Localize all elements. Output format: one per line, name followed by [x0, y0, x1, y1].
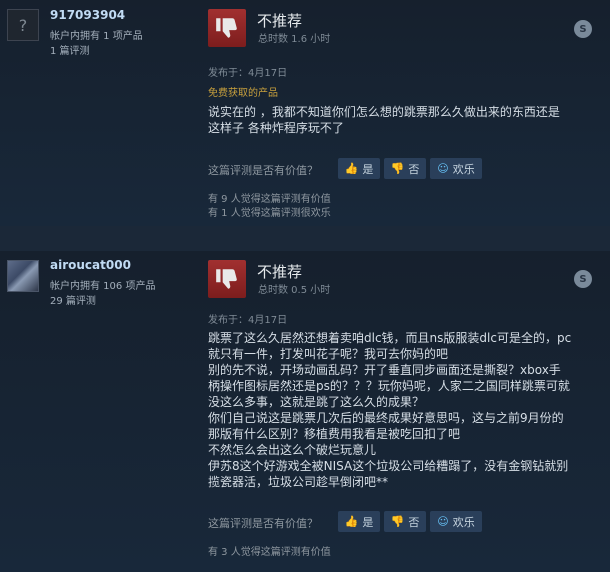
thumbs-down-icon[interactable]: [208, 9, 246, 47]
posted-date: 发布于：4月17日: [208, 68, 288, 79]
username[interactable]: airoucat000: [50, 258, 131, 272]
avatar[interactable]: ?: [7, 9, 39, 41]
thumbs-up-icon: 👍: [344, 515, 359, 528]
smiley-icon: ☺: [437, 162, 449, 175]
vote-yes-button[interactable]: 👍 是: [338, 511, 380, 532]
funny-count: 有 1 人觉得这篇评测很欢乐: [208, 208, 331, 219]
thumbs-down-icon: 👎: [390, 515, 405, 528]
review-line: 跳票了这么久居然还想着卖咱dlc钱，而且ns版服装dlc可是全的，pc: [208, 331, 572, 345]
review-line: 不然怎么会出这么个破烂玩意儿: [208, 443, 377, 457]
vote-yes-button[interactable]: 👍 是: [338, 158, 380, 179]
owned-products-count[interactable]: 帐户内拥有 1 项产品: [50, 27, 143, 42]
username[interactable]: 917093904: [50, 8, 125, 22]
review-count[interactable]: 1 篇评测: [50, 42, 90, 57]
review-verdict[interactable]: 不推荐: [257, 10, 302, 31]
review-line: 这样子 各种炸程序玩不了: [208, 121, 344, 135]
helpful-count: 有 9 人觉得这篇评测有价值: [208, 194, 331, 205]
review-line: 柄操作图标居然还是ps的？？？玩你妈呢，人家二之国同样跳票可就: [208, 379, 570, 393]
review-card: ? 917093904 帐户内拥有 1 项产品 1 篇评测 不推荐 总时数 1.…: [0, 0, 610, 226]
playtime-hours: 总时数 1.6 小时: [258, 34, 331, 45]
review-line: 揽瓷器活，垃圾公司趁早倒闭吧**: [208, 475, 389, 489]
steam-icon: S: [574, 20, 592, 38]
thumbs-down-icon[interactable]: [208, 260, 246, 298]
owned-products-count[interactable]: 帐户内拥有 106 项产品: [50, 277, 155, 292]
review-verdict[interactable]: 不推荐: [257, 261, 302, 282]
thumbs-down-icon: 👎: [390, 162, 405, 175]
review-line: 伊苏8这个好游戏全被NISA这个垃圾公司给糟蹋了，没有金钢钻就别: [208, 459, 569, 473]
vote-funny-button[interactable]: ☺ 欢乐: [430, 158, 482, 179]
playtime-hours: 总时数 0.5 小时: [258, 285, 331, 296]
steam-icon: S: [574, 270, 592, 288]
smiley-icon: ☺: [437, 515, 449, 528]
helpful-question: 这篇评测是否有价值？: [208, 517, 318, 530]
review-body: 说实在的 ，我都不知道你们怎么想的跳票那么久做出来的东西还是 这样子 各种炸程序…: [208, 104, 592, 136]
review-count[interactable]: 29 篇评测: [50, 292, 96, 307]
review-line: 你们自己说这是跳票几次后的最终成果好意思吗，这与之前9月份的: [208, 411, 564, 425]
thumbs-up-icon: 👍: [344, 162, 359, 175]
vote-no-button[interactable]: 👎 否: [384, 158, 426, 179]
vote-funny-button[interactable]: ☺ 欢乐: [430, 511, 482, 532]
review-separator: [0, 226, 610, 251]
review-line: 没这么多事，这就是跳了这么久的成果？: [208, 395, 425, 409]
vote-no-button[interactable]: 👎 否: [384, 511, 426, 532]
free-product-badge: 免费获取的产品: [208, 88, 278, 99]
review-body: 跳票了这么久居然还想着卖咱dlc钱，而且ns版服装dlc可是全的，pc 就只有一…: [208, 330, 592, 490]
review-card: airoucat000 帐户内拥有 106 项产品 29 篇评测 不推荐 总时数…: [0, 251, 610, 572]
helpful-count: 有 3 人觉得这篇评测有价值: [208, 547, 331, 558]
review-line: 别的先不说，开场动画乱码？开了垂直同步画面还是撕裂？xbox手: [208, 363, 561, 377]
helpful-question: 这篇评测是否有价值？: [208, 164, 318, 177]
posted-date: 发布于：4月17日: [208, 315, 288, 326]
review-line: 说实在的 ，我都不知道你们怎么想的跳票那么久做出来的东西还是: [208, 105, 560, 119]
review-line: 那版有什么区别？移植费用我看是被吃回扣了吧: [208, 427, 461, 441]
review-line: 就只有一件，打发叫花子呢？我可去你妈的吧: [208, 347, 449, 361]
avatar[interactable]: [7, 260, 39, 292]
